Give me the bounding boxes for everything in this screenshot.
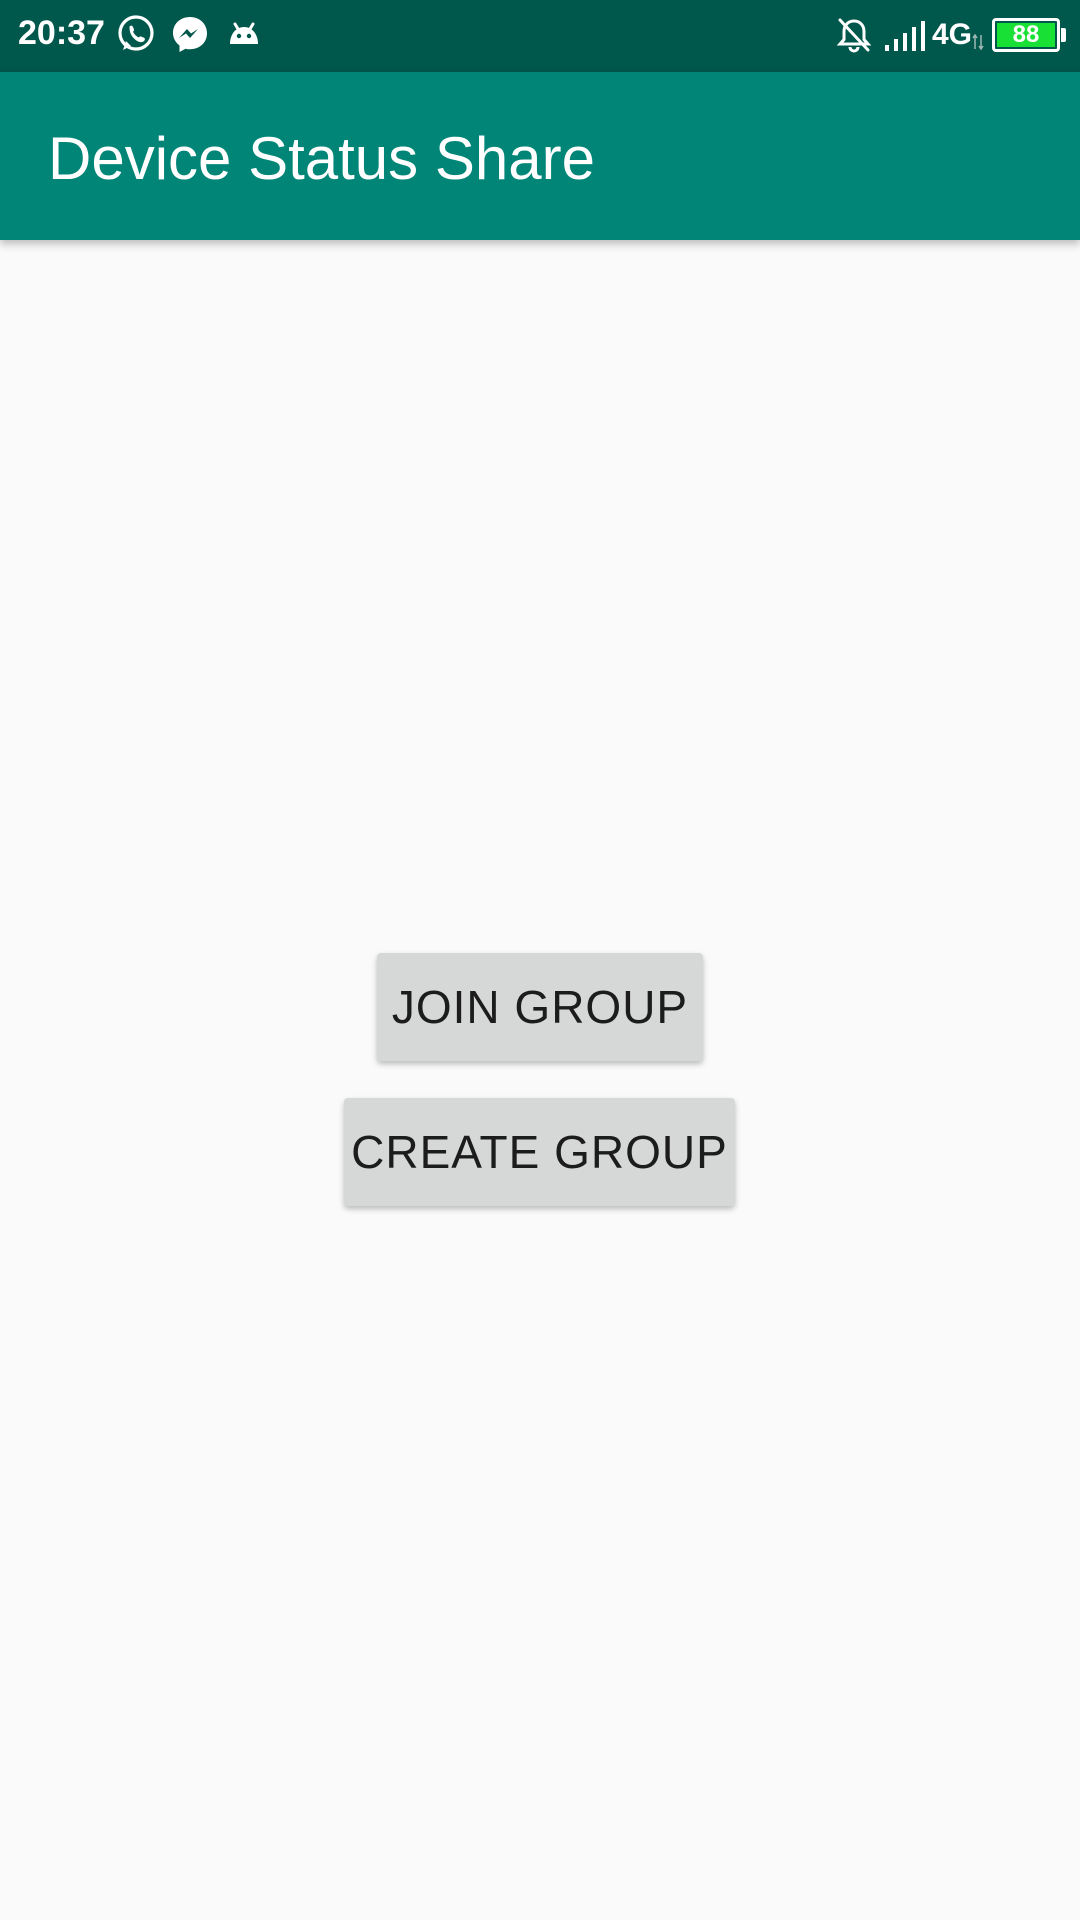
battery-nub — [1061, 28, 1066, 42]
whatsapp-icon — [116, 14, 160, 58]
signal-icon — [884, 20, 926, 57]
app-title: Device Status Share — [48, 125, 595, 192]
bell-off-icon — [836, 16, 872, 59]
data-activity-icon — [972, 33, 984, 55]
status-bar: 20:37 4G 88 — [0, 0, 1080, 72]
android-debug-icon — [224, 14, 268, 58]
messenger-icon — [170, 14, 214, 58]
join-group-button[interactable]: JOIN GROUP — [377, 953, 703, 1061]
battery-indicator: 88 — [992, 18, 1060, 52]
battery-level: 88 — [997, 21, 1055, 48]
app-screen: 20:37 4G 88 Device Status Share JOIN GRO… — [0, 0, 1080, 1920]
app-bar: Device Status Share — [0, 72, 1080, 240]
network-type-label: 4G — [932, 18, 973, 51]
create-group-button[interactable]: CREATE GROUP — [344, 1098, 735, 1206]
status-time: 20:37 — [18, 14, 105, 52]
